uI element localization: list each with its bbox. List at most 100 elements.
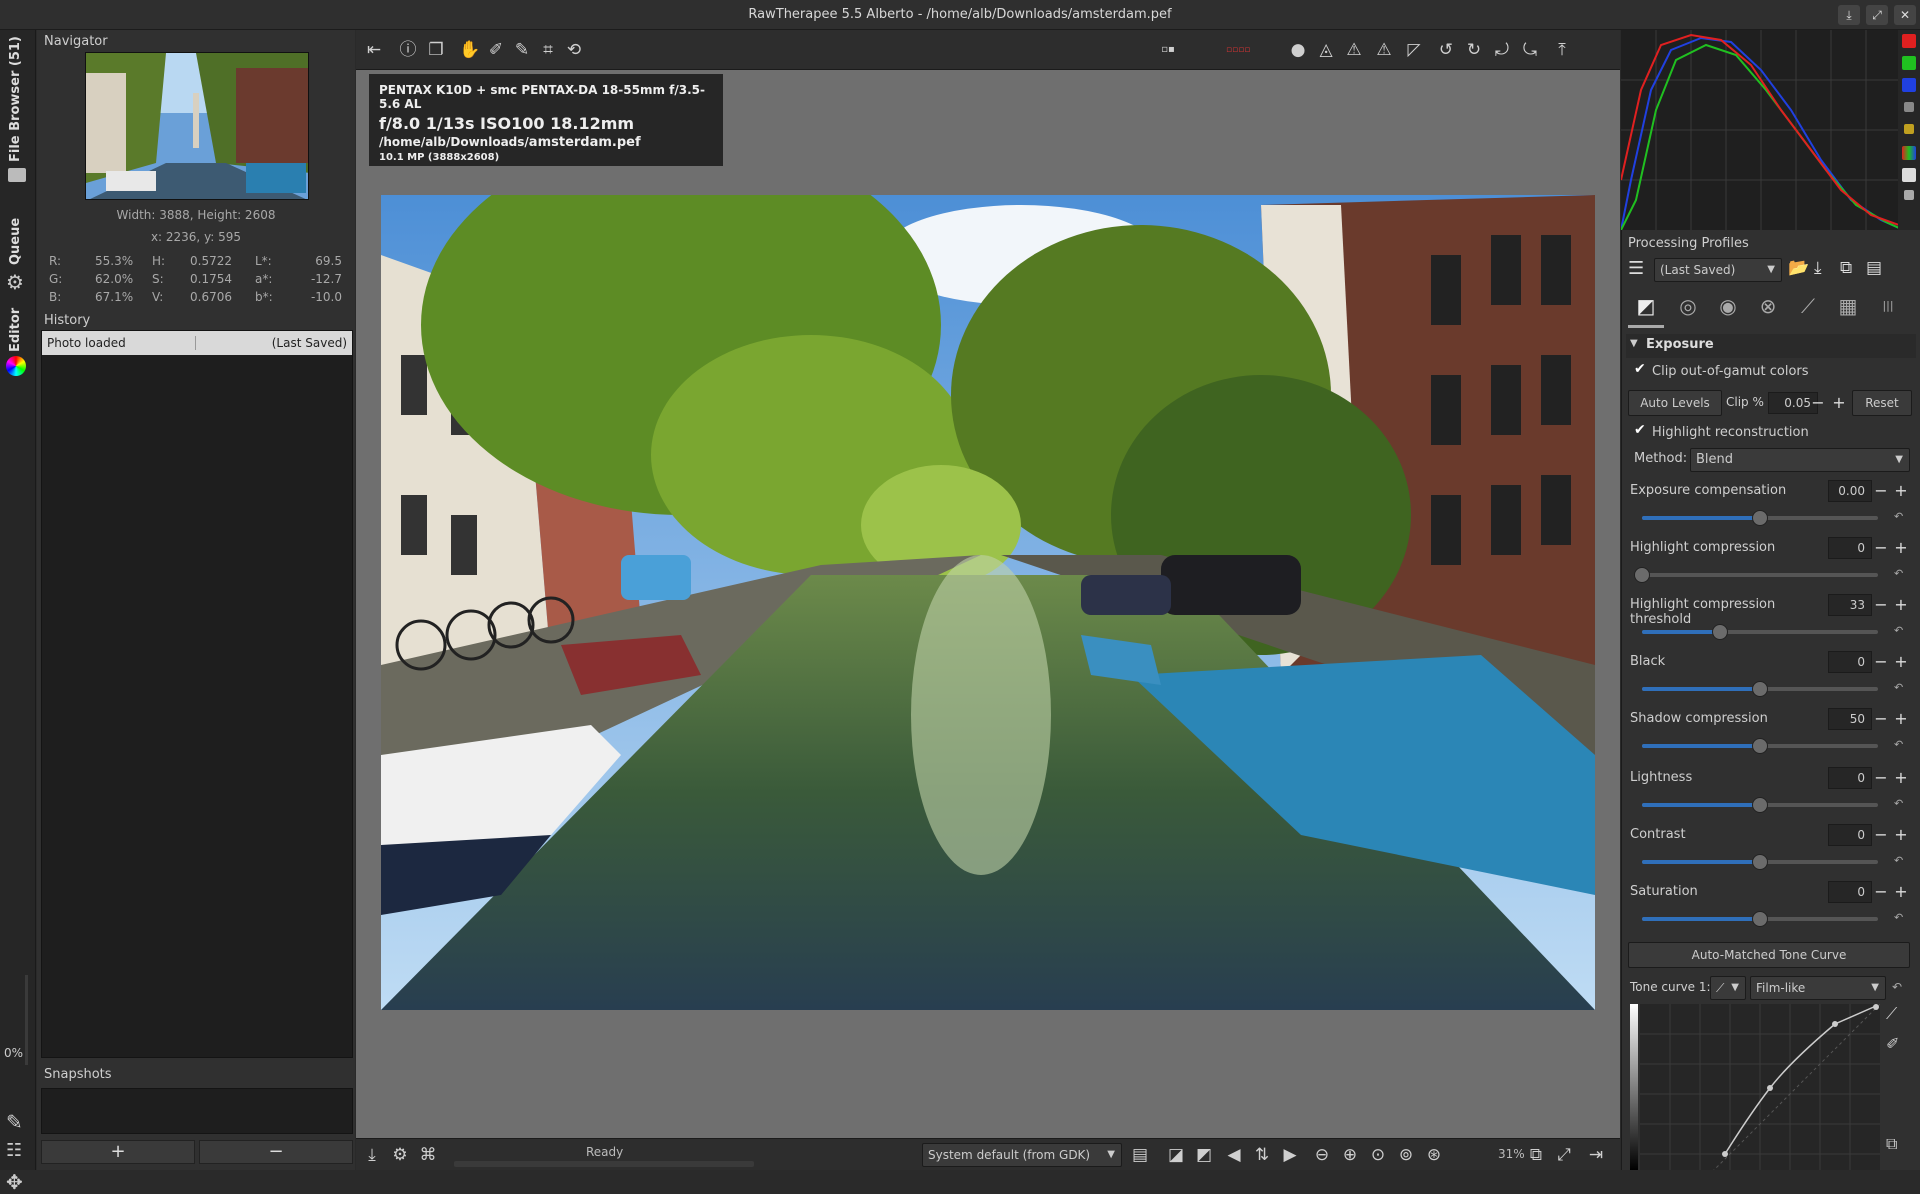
slider-value-input[interactable]: 0 bbox=[1828, 824, 1872, 846]
color-picker-icon[interactable]: ✎ bbox=[510, 38, 534, 62]
method-select[interactable]: Blend ▼ bbox=[1690, 448, 1910, 472]
metadata-tab-icon[interactable]: ||| bbox=[1870, 294, 1906, 318]
highlight-warning-icon[interactable]: ⚠ bbox=[1372, 38, 1396, 62]
highlight-recon-checkbox[interactable]: ✔ bbox=[1634, 422, 1646, 438]
histogram[interactable] bbox=[1620, 30, 1900, 231]
luminance-toggle[interactable] bbox=[1904, 102, 1914, 112]
raw-tab-icon[interactable]: ▦ bbox=[1830, 294, 1866, 318]
green-channel-toggle[interactable] bbox=[1902, 56, 1916, 70]
exposure-tab-icon[interactable]: ◩ bbox=[1628, 294, 1664, 328]
slider-knob[interactable] bbox=[1634, 567, 1650, 583]
slider-value-input[interactable]: 0 bbox=[1828, 881, 1872, 903]
zoom-fit-crop-icon[interactable]: ⊛ bbox=[1422, 1143, 1446, 1167]
bg-color-icon[interactable]: ▫▪ bbox=[1156, 38, 1180, 62]
tone-curve-editor[interactable] bbox=[1640, 1004, 1880, 1170]
transform-tab-icon[interactable]: ⟋ bbox=[1790, 294, 1826, 318]
slider-plus-button[interactable]: + bbox=[1893, 481, 1909, 500]
slider-value-input[interactable]: 33 bbox=[1828, 594, 1872, 616]
minimize-button[interactable]: ⤓ bbox=[1838, 5, 1860, 25]
slider-knob[interactable] bbox=[1752, 797, 1768, 813]
slider-track[interactable] bbox=[1642, 681, 1878, 697]
zoom-fit-icon[interactable]: ⊚ bbox=[1394, 1143, 1418, 1167]
send-to-editor-icon[interactable]: ⌘ bbox=[416, 1143, 440, 1167]
hide-top-panel-icon[interactable]: ⤒ bbox=[1550, 38, 1574, 62]
hide-right-panel-icon[interactable]: ⇥ bbox=[1584, 1143, 1608, 1167]
slider-value-input[interactable]: 50 bbox=[1828, 708, 1872, 730]
slider-plus-button[interactable]: + bbox=[1893, 882, 1909, 901]
advanced-tab-icon[interactable]: ⊗ bbox=[1750, 294, 1786, 318]
navigator-thumbnail[interactable] bbox=[85, 52, 309, 200]
tone-curve-mode-select[interactable]: Film-like ▼ bbox=[1750, 976, 1886, 1000]
copy-profile-icon[interactable]: ⧉ bbox=[1840, 258, 1852, 278]
flip-horizontal-icon[interactable]: ⤿ bbox=[1518, 38, 1542, 62]
slider-reset-icon[interactable]: ↶ bbox=[1894, 510, 1903, 523]
detail-tab-icon[interactable]: ◎ bbox=[1670, 294, 1706, 318]
new-detail-window-icon[interactable]: ⧉ bbox=[1524, 1143, 1548, 1167]
zoom-out-icon[interactable]: ⊖ bbox=[1310, 1143, 1334, 1167]
mode-toggle[interactable] bbox=[1904, 190, 1914, 200]
color-tab-icon[interactable]: ◉ bbox=[1710, 294, 1746, 318]
slider-value-input[interactable]: 0 bbox=[1828, 537, 1872, 559]
straighten-icon[interactable]: ⟲ bbox=[562, 38, 586, 62]
slider-reset-icon[interactable]: ↶ bbox=[1894, 738, 1903, 751]
flip-vertical-icon[interactable]: ⤾ bbox=[1490, 38, 1514, 62]
chroma-toggle[interactable] bbox=[1904, 124, 1914, 134]
slider-plus-button[interactable]: + bbox=[1893, 652, 1909, 671]
warning-icon[interactable]: ⚠ bbox=[1342, 38, 1366, 62]
slider-reset-icon[interactable]: ↶ bbox=[1894, 624, 1903, 637]
remove-snapshot-button[interactable]: − bbox=[199, 1140, 353, 1164]
slider-track[interactable] bbox=[1642, 738, 1878, 754]
slider-plus-button[interactable]: + bbox=[1893, 825, 1909, 844]
slider-knob[interactable] bbox=[1752, 854, 1768, 870]
clip-plus-button[interactable]: + bbox=[1831, 393, 1847, 412]
move-icon[interactable]: ✥ bbox=[6, 1170, 23, 1194]
curve-picker-icon[interactable]: ✐ bbox=[1886, 1034, 1899, 1053]
slider-plus-button[interactable]: + bbox=[1893, 709, 1909, 728]
slider-reset-icon[interactable]: ↶ bbox=[1894, 854, 1903, 867]
snapshots-list[interactable] bbox=[41, 1088, 353, 1134]
slider-minus-button[interactable]: − bbox=[1873, 882, 1889, 901]
queue-add-icon[interactable]: ⚙ bbox=[388, 1143, 412, 1167]
intent-icon[interactable]: ▤ bbox=[1128, 1143, 1152, 1167]
tab-file-browser[interactable]: File Browser (51) bbox=[4, 36, 32, 182]
clip-minus-button[interactable]: − bbox=[1810, 393, 1826, 412]
hide-left-panel-icon[interactable]: ⇤ bbox=[362, 38, 386, 62]
slider-reset-icon[interactable]: ↶ bbox=[1894, 797, 1903, 810]
slider-minus-button[interactable]: − bbox=[1873, 538, 1889, 557]
save-profile-icon[interactable]: ⤓ bbox=[1814, 258, 1822, 278]
hand-tool-icon[interactable]: ✋ bbox=[458, 38, 482, 62]
rotate-right-icon[interactable]: ↻ bbox=[1462, 38, 1486, 62]
crop-guide-icon[interactable]: ◸ bbox=[1402, 38, 1426, 62]
slider-track[interactable] bbox=[1634, 567, 1878, 583]
tab-editor[interactable]: Editor bbox=[4, 300, 32, 380]
white-balance-picker-icon[interactable]: ✐ bbox=[484, 38, 508, 62]
focus-mask-icon[interactable]: ● bbox=[1286, 38, 1310, 62]
slider-plus-button[interactable]: + bbox=[1893, 538, 1909, 557]
shadow-clip-icon[interactable]: ◬ bbox=[1314, 38, 1338, 62]
slider-value-input[interactable]: 0 bbox=[1828, 651, 1872, 673]
history-row[interactable]: Photo loaded (Last Saved) bbox=[42, 331, 352, 355]
soft-proof-icon[interactable]: ◪ bbox=[1164, 1143, 1188, 1167]
curve-copy-icon[interactable]: ⧉ bbox=[1886, 1134, 1897, 1154]
channel-preview-icons[interactable]: ▫▫▫▫ bbox=[1226, 38, 1250, 62]
exposure-section-header[interactable]: ▼ Exposure bbox=[1626, 334, 1916, 358]
brush-icon[interactable]: ✎ bbox=[6, 1110, 23, 1134]
save-image-icon[interactable]: ⤓ bbox=[360, 1143, 384, 1167]
previous-image-icon[interactable]: ◀ bbox=[1222, 1143, 1246, 1167]
next-image-icon[interactable]: ▶ bbox=[1278, 1143, 1302, 1167]
slider-minus-button[interactable]: − bbox=[1873, 709, 1889, 728]
zoom-100-icon[interactable]: ⊙ bbox=[1366, 1143, 1390, 1167]
info-icon[interactable]: ⓘ bbox=[396, 38, 420, 62]
auto-levels-button[interactable]: Auto Levels bbox=[1628, 390, 1722, 416]
curve-type-select[interactable]: ⟋ ▼ bbox=[1710, 976, 1746, 1000]
slider-knob[interactable] bbox=[1752, 510, 1768, 526]
slider-track[interactable] bbox=[1642, 911, 1878, 927]
slider-knob[interactable] bbox=[1752, 681, 1768, 697]
zoom-slider-track[interactable] bbox=[25, 975, 28, 1065]
slider-reset-icon[interactable]: ↶ bbox=[1894, 681, 1903, 694]
zoom-in-icon[interactable]: ⊕ bbox=[1338, 1143, 1362, 1167]
raw-toggle[interactable] bbox=[1902, 146, 1916, 160]
reset-clip-button[interactable]: Reset bbox=[1852, 390, 1912, 416]
crop-icon[interactable]: ⌗ bbox=[536, 38, 560, 62]
blue-channel-toggle[interactable] bbox=[1902, 78, 1916, 92]
